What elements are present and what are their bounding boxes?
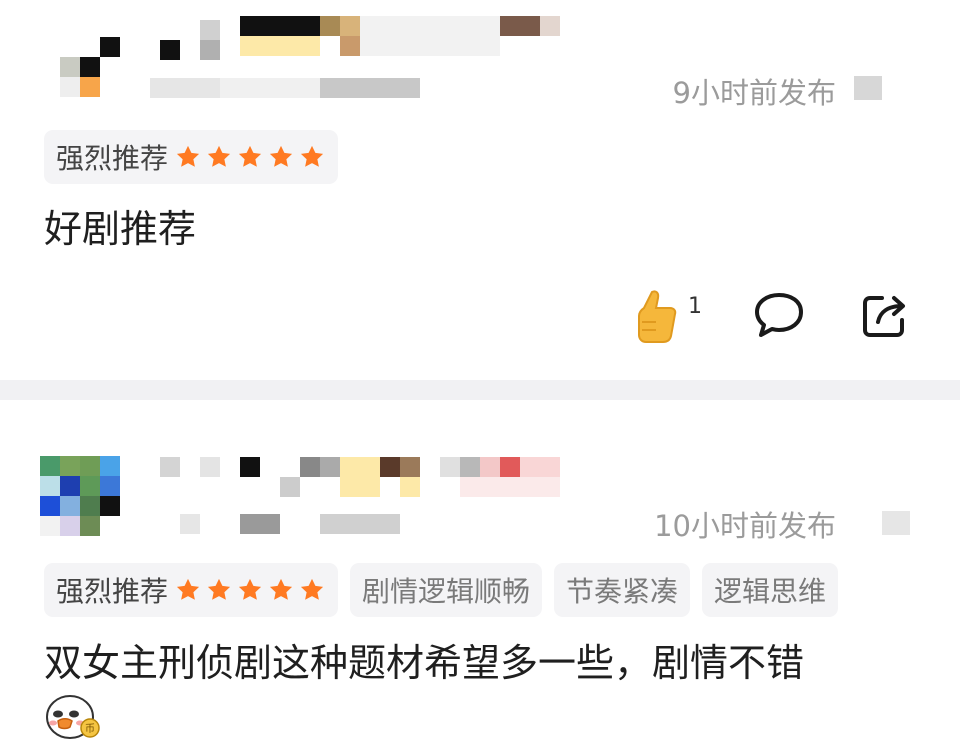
star-icon xyxy=(238,145,262,167)
star-icon xyxy=(176,145,200,167)
tag-list: 强烈推荐 剧情逻辑顺畅 节奏紧凑 逻辑思维 xyxy=(44,563,839,617)
comment-card: 10小时前发布 强烈推荐 剧情逻辑顺畅 节奏紧凑 逻辑思维 双女主刑侦剧这种题材… xyxy=(0,400,960,741)
comment-card: 9小时前发布 强烈推荐 好剧推荐 1 xyxy=(0,0,960,380)
comment-actions: 1 xyxy=(632,286,922,346)
username-blurred[interactable] xyxy=(160,457,590,497)
comment-text: 双女主刑侦剧这种题材希望多一些，剧情不错 xyxy=(44,641,805,685)
avatar[interactable] xyxy=(60,17,140,97)
share-button[interactable] xyxy=(860,290,910,340)
comment-text: 好剧推荐 xyxy=(44,207,197,251)
reply-button[interactable] xyxy=(752,290,806,340)
location-blurred xyxy=(854,76,882,100)
star-rating xyxy=(174,576,326,604)
star-icon xyxy=(269,145,293,167)
thumbs-up-icon xyxy=(638,290,677,343)
location-blurred xyxy=(882,511,910,535)
star-icon xyxy=(269,578,293,600)
star-icon xyxy=(300,578,324,600)
duck-sticker-icon: 币 xyxy=(46,695,100,739)
tag-pacing: 节奏紧凑 xyxy=(554,563,691,617)
star-icon xyxy=(207,145,231,167)
share-icon xyxy=(863,296,905,337)
rating-label: 强烈推荐 xyxy=(56,575,169,608)
rating-label: 强烈推荐 xyxy=(56,142,169,175)
avatar[interactable] xyxy=(40,456,120,536)
speech-bubble-icon xyxy=(755,293,803,337)
star-icon xyxy=(207,578,231,600)
post-time: 10小时前发布 xyxy=(654,509,836,543)
rating-tag: 强烈推荐 xyxy=(44,563,339,617)
username-blurred[interactable] xyxy=(160,16,580,60)
rating-tag: 强烈推荐 xyxy=(44,130,339,184)
star-icon xyxy=(238,578,262,600)
post-time: 9小时前发布 xyxy=(672,76,836,110)
like-button[interactable]: 1 xyxy=(632,286,712,346)
svg-text:币: 币 xyxy=(85,723,95,735)
view-meta-blurred xyxy=(180,512,420,536)
star-icon xyxy=(176,578,200,600)
view-meta-blurred xyxy=(150,76,430,100)
card-separator xyxy=(0,380,960,400)
star-icon xyxy=(300,145,324,167)
tag-list: 强烈推荐 xyxy=(44,130,339,184)
tag-plot-logic: 剧情逻辑顺畅 xyxy=(350,563,543,617)
tag-logical-thinking: 逻辑思维 xyxy=(702,563,839,617)
like-count: 1 xyxy=(688,294,702,319)
star-rating xyxy=(174,143,326,171)
